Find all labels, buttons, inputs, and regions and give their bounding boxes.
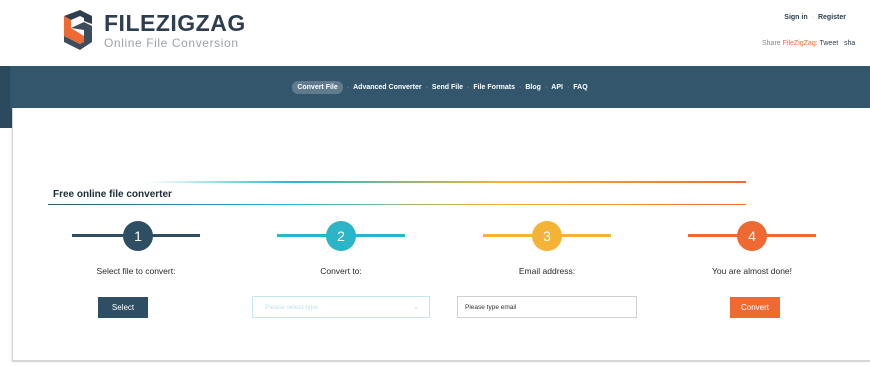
email-input[interactable] [457,296,637,318]
register-link[interactable]: Register [818,14,846,21]
step-2-label: Convert to: [320,266,362,276]
step-3-label: Email address: [518,266,576,276]
step-1-badge: 1 [123,221,153,251]
share-bar: Share FileZigZag: Tweet sha [762,40,855,47]
step-4-badge: 4 [737,221,767,251]
brand-name: FILEZIGZAG [104,9,246,36]
convert-type-placeholder: Please select type [265,303,318,311]
nav-api[interactable]: API [551,84,563,91]
nav-links: Convert File · Advanced Converter · Send… [10,81,870,94]
nav-separator: · [425,84,428,91]
page-title: Free online file converter [53,189,172,200]
chevron-down-icon: ⌄ [413,304,419,311]
convert-type-select[interactable]: Please select type ⌄ [252,296,430,318]
nav-convert-file[interactable]: Convert File [292,81,343,94]
logo[interactable]: FILEZIGZAG Online File Conversion [60,8,246,52]
share-label: Share [762,40,781,47]
nav-blog[interactable]: Blog [525,84,541,91]
step-3-badge: 3 [532,221,562,251]
auth-separator: · [811,14,814,21]
decorative-gradient-line-bottom [48,204,746,205]
auth-links: Sign in · Register [784,14,846,21]
page: FILEZIGZAG Online File Conversion Sign i… [0,0,870,366]
step-4-label: You are almost done! [711,266,793,276]
share-button[interactable]: sha [844,40,855,47]
site-header: FILEZIGZAG Online File Conversion Sign i… [0,0,870,66]
decorative-gradient-line-top [146,181,746,183]
sign-in-link[interactable]: Sign in [784,14,807,21]
nav-advanced-converter[interactable]: Advanced Converter [353,84,421,91]
nav-send-file[interactable]: Send File [432,84,463,91]
step-2-badge: 2 [326,221,356,251]
select-file-button[interactable]: Select [98,297,148,318]
share-brand: FileZigZag: [782,40,818,47]
nav-separator: · [346,84,350,91]
filezigzag-logo-icon [64,10,92,50]
nav-faq[interactable]: FAQ [573,84,587,91]
step-1-label: Select file to convert: [96,266,176,276]
nav-separator: · [519,84,522,91]
nav-file-formats[interactable]: File Formats [473,84,515,91]
main-nav: Convert File · Advanced Converter · Send… [10,66,870,110]
tweet-button[interactable]: Tweet [819,40,838,47]
nav-separator: · [566,84,570,91]
brand-tagline: Online File Conversion [104,35,239,50]
nav-separator: · [544,84,548,91]
convert-button[interactable]: Convert [730,297,780,318]
nav-separator: · [467,84,470,91]
